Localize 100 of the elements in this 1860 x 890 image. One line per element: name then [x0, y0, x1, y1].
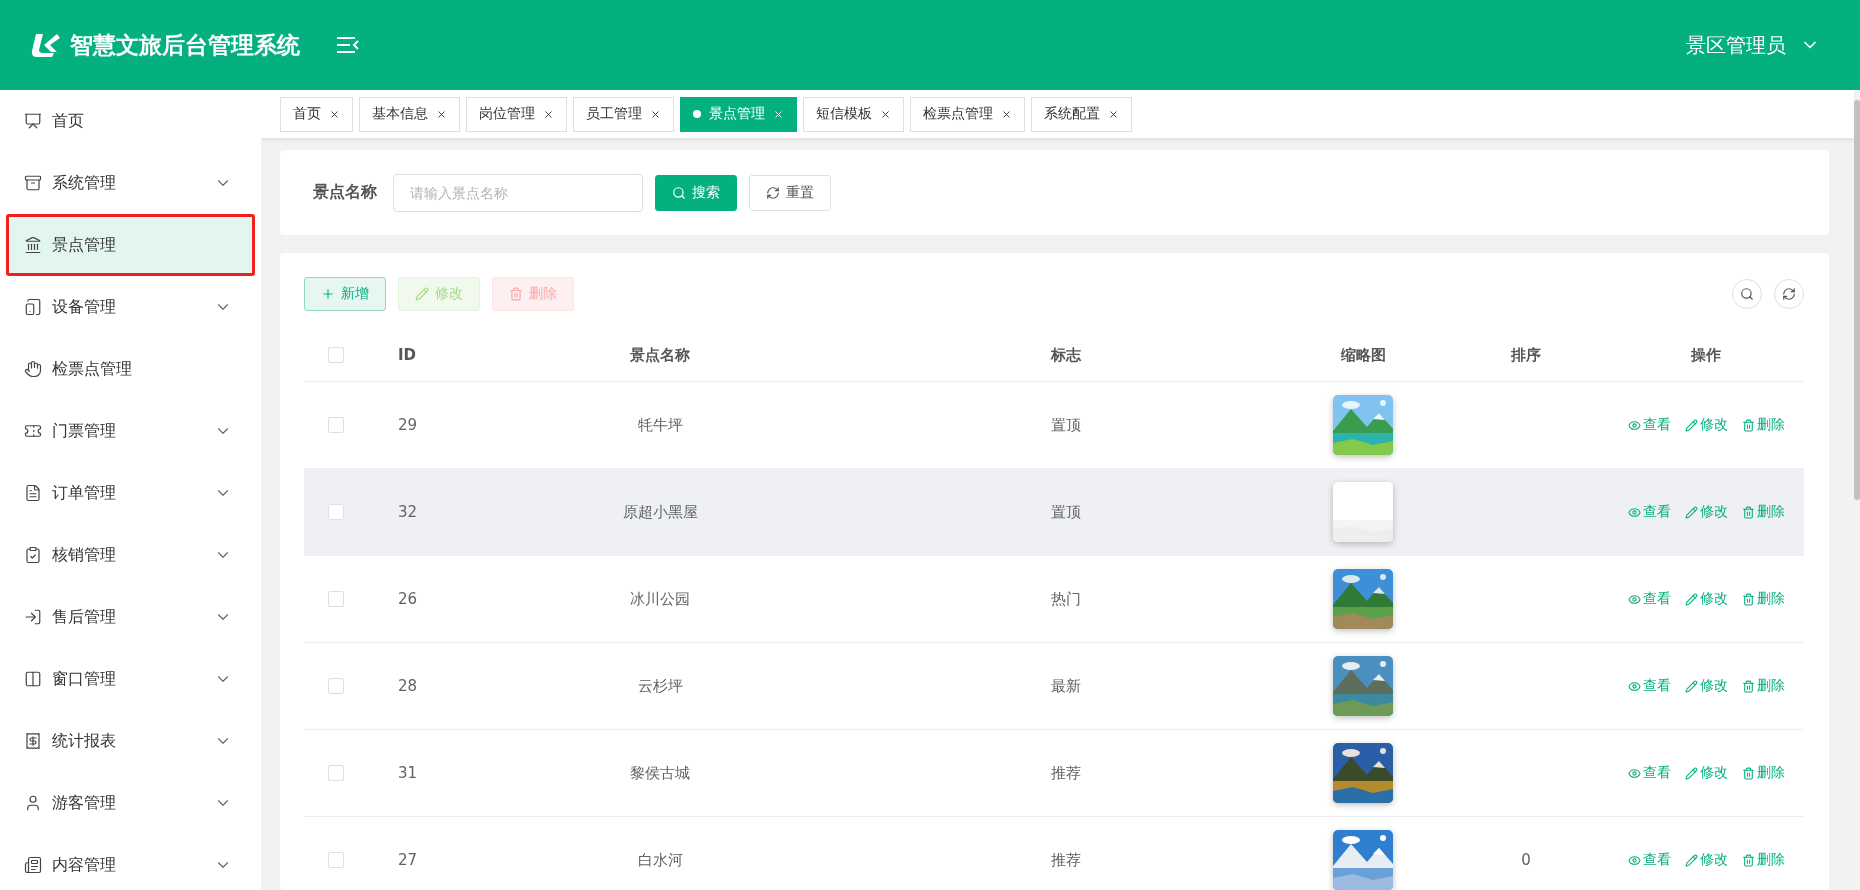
view-link[interactable]: 查看 — [1627, 851, 1671, 869]
reset-button[interactable]: 重置 — [749, 174, 831, 211]
archive-icon — [24, 174, 42, 192]
sidebar-item[interactable]: 设备管理 — [6, 276, 255, 338]
edit-link[interactable]: 修改 — [1684, 851, 1728, 869]
sidebar-item[interactable]: 首页 — [6, 90, 255, 152]
edit-link[interactable]: 修改 — [1684, 416, 1728, 434]
checkbox[interactable] — [328, 591, 344, 607]
sidebar-label: 景点管理 — [52, 234, 117, 256]
tab[interactable]: 首页 — [280, 96, 353, 132]
pencil-icon — [1684, 679, 1698, 693]
table-cell-text: 31 — [397, 764, 418, 782]
sidebar-label: 门票管理 — [52, 420, 117, 442]
checkbox[interactable] — [328, 347, 344, 363]
eye-icon — [1627, 505, 1641, 519]
sidebar-item[interactable]: 游客管理 — [6, 772, 255, 834]
table-cell: 推荐 — [1051, 850, 1081, 870]
edit-link[interactable]: 修改 — [1684, 677, 1728, 695]
add-button[interactable]: 新增 — [304, 277, 386, 311]
close-icon[interactable] — [1001, 108, 1012, 120]
clipboard-check-icon — [24, 546, 42, 564]
sidebar-item[interactable]: 统计报表 — [6, 710, 255, 772]
tab[interactable]: 基本信息 — [359, 96, 460, 132]
view-link[interactable]: 查看 — [1627, 764, 1671, 782]
ticket-icon — [24, 422, 42, 440]
view-link[interactable]: 查看 — [1627, 503, 1671, 521]
column-header: 缩略图 — [1340, 345, 1386, 365]
sidebar-label: 系统管理 — [52, 172, 117, 194]
sidebar-item[interactable]: 景点管理 — [6, 214, 255, 276]
view-link[interactable]: 查看 — [1627, 590, 1671, 608]
checkbox[interactable] — [328, 765, 344, 781]
edit-link[interactable]: 修改 — [1684, 503, 1728, 521]
tab[interactable]: 员工管理 — [573, 96, 674, 132]
view-link[interactable]: 查看 — [1627, 677, 1671, 695]
tab[interactable]: 岗位管理 — [466, 96, 567, 132]
table-cell-text: 28 — [397, 677, 418, 695]
sidebar-item[interactable]: 内容管理 — [6, 834, 255, 890]
table-cell: 冰川公园 — [630, 589, 690, 609]
column-header: 标志 — [1051, 345, 1081, 365]
table-cell: 置顶 — [1051, 415, 1081, 435]
search-icon — [1740, 287, 1754, 301]
checkbox[interactable] — [328, 504, 344, 520]
sidebar-item[interactable]: 窗口管理 — [6, 648, 255, 710]
presentation-icon — [24, 112, 42, 130]
close-icon[interactable] — [1108, 108, 1119, 120]
tab[interactable]: 检票点管理 — [910, 96, 1025, 132]
close-icon[interactable] — [880, 108, 891, 120]
eye-icon — [1627, 853, 1641, 867]
column-header: 景点名称 — [630, 345, 690, 365]
checkbox[interactable] — [328, 678, 344, 694]
tab[interactable]: 系统配置 — [1031, 96, 1132, 132]
checkbox[interactable] — [328, 852, 344, 868]
edit-link[interactable]: 修改 — [1684, 590, 1728, 608]
table-cell: 黎侯古城 — [630, 763, 690, 783]
search-button[interactable] — [1732, 279, 1762, 309]
pencil-icon — [1684, 418, 1698, 432]
trash-icon — [509, 287, 523, 301]
sidebar-label: 订单管理 — [52, 482, 117, 504]
logo-icon — [30, 32, 60, 58]
sidebar-item[interactable]: 系统管理 — [6, 152, 255, 214]
pencil-icon — [1684, 766, 1698, 780]
trash-icon — [1741, 766, 1755, 780]
refresh-icon — [1782, 287, 1796, 301]
view-link[interactable]: 查看 — [1627, 416, 1671, 434]
search-icon — [672, 185, 686, 200]
close-icon[interactable] — [650, 108, 661, 120]
sidebar-item[interactable]: 检票点管理 — [6, 338, 255, 400]
sidebar-item[interactable]: 订单管理 — [6, 462, 255, 524]
close-icon[interactable] — [543, 108, 554, 120]
field-label: 景点名称 — [313, 182, 377, 203]
input-field[interactable]: 请输入景点名称 — [393, 173, 643, 212]
edit-link[interactable]: 修改 — [1684, 764, 1728, 782]
table-cell: 云杉坪 — [637, 676, 683, 696]
sidebar-label: 内容管理 — [52, 854, 117, 876]
close-icon[interactable] — [436, 108, 447, 120]
menu-toggle[interactable] — [336, 35, 360, 55]
refresh-button[interactable] — [1774, 279, 1804, 309]
user-menu[interactable]: 景区管理员 — [1686, 31, 1830, 59]
tab[interactable]: 短信模板 — [803, 96, 904, 132]
delete-link[interactable]: 删除 — [1741, 590, 1785, 608]
eye-icon — [1627, 418, 1641, 432]
delete-link[interactable]: 删除 — [1741, 677, 1785, 695]
search-button[interactable]: 搜索 — [655, 174, 737, 211]
delete-link[interactable]: 删除 — [1741, 764, 1785, 782]
checkbox[interactable] — [328, 417, 344, 433]
sidebar-label: 检票点管理 — [52, 358, 133, 380]
table-cell-text: 29 — [397, 416, 418, 434]
delete-link[interactable]: 删除 — [1741, 416, 1785, 434]
scrollbar[interactable] — [1854, 100, 1860, 500]
sidebar-item[interactable]: 核销管理 — [6, 524, 255, 586]
sidebar-item[interactable]: 售后管理 — [6, 586, 255, 648]
sidebar-item[interactable]: 门票管理 — [6, 400, 255, 462]
window-icon — [24, 670, 42, 688]
pencil-icon — [1684, 592, 1698, 606]
delete-link[interactable]: 删除 — [1741, 503, 1785, 521]
eye-icon — [1627, 592, 1641, 606]
trash-icon — [1741, 418, 1755, 432]
delete-link[interactable]: 删除 — [1741, 851, 1785, 869]
close-icon[interactable] — [329, 108, 340, 120]
tab[interactable]: 景点管理 — [680, 96, 797, 132]
